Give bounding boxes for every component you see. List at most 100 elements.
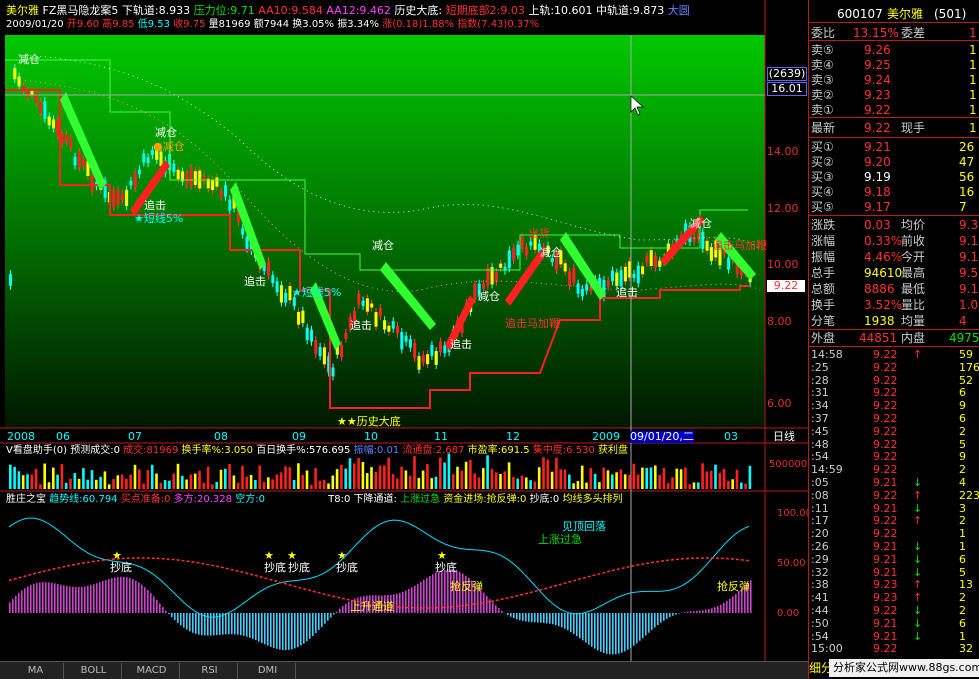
hand-value: 1 bbox=[969, 121, 977, 135]
indicator-bar bbox=[105, 580, 107, 613]
candle-body bbox=[172, 163, 176, 173]
tick-volume: 1 bbox=[959, 629, 966, 643]
tick-price: 9.22 bbox=[873, 412, 898, 425]
tick-volume: 2 bbox=[959, 463, 966, 477]
vol-forecast: 预测成交:0 bbox=[70, 445, 120, 456]
aa10: AA10:9.584 bbox=[258, 4, 323, 17]
candle-body bbox=[430, 344, 434, 356]
ind-header: 胜庄之宝 趋势线:60.794 买点准备:0 多方:20.328 空方:0 T8… bbox=[6, 494, 622, 506]
tab-rsi[interactable]: RSI bbox=[182, 663, 238, 679]
volume-bar bbox=[679, 469, 683, 489]
indicator-bar bbox=[279, 613, 281, 650]
indicator-bar bbox=[123, 576, 125, 613]
tick-volume: 3 bbox=[959, 501, 966, 515]
indicator-bar bbox=[33, 583, 35, 613]
volume-bar bbox=[228, 464, 231, 489]
indicator-bar bbox=[57, 584, 59, 613]
tick-volume: 13 bbox=[959, 578, 973, 592]
candle-body bbox=[636, 265, 640, 284]
last-row: 最新 9.22 现手 1 bbox=[809, 120, 979, 136]
ask-row: 卖④ 9.25 1 bbox=[809, 57, 979, 73]
volume-bar bbox=[439, 457, 442, 489]
volume-bar bbox=[555, 457, 558, 489]
outer-value: 44851 bbox=[859, 331, 898, 345]
label-rebound-2: 抢反弹 bbox=[717, 580, 750, 593]
candle-body bbox=[73, 156, 77, 166]
tick-row: :29 9.21 ↓ 6 bbox=[809, 553, 979, 566]
indicator-bar bbox=[444, 569, 446, 613]
tick-volume: 32 bbox=[959, 642, 973, 656]
vol-ratio: 振幅:0.01 bbox=[353, 445, 400, 456]
indicator-bar bbox=[651, 613, 653, 631]
volume-bar bbox=[469, 460, 472, 489]
time-tick: 03 bbox=[724, 430, 738, 443]
indicator-tabs: MA BOLL MACD RSI DMI bbox=[0, 661, 808, 679]
volume-bar bbox=[30, 474, 34, 489]
ind-long: 多方:20.328 bbox=[173, 494, 233, 505]
divider bbox=[809, 22, 979, 23]
bar-amp: 振3.34% bbox=[337, 19, 380, 30]
indicator-bar bbox=[39, 582, 41, 613]
period-label[interactable]: 日线 bbox=[773, 431, 795, 443]
stat-value: 94610 bbox=[864, 266, 903, 280]
candle-body bbox=[318, 346, 322, 357]
volume-bar bbox=[189, 474, 193, 489]
candle-body bbox=[645, 255, 649, 263]
tick-volume: 5 bbox=[959, 437, 966, 451]
candle-body bbox=[408, 339, 412, 348]
tick-price: 9.21 bbox=[873, 501, 898, 515]
volume-bar bbox=[400, 466, 403, 489]
candle-body bbox=[297, 311, 301, 325]
indicator-bar bbox=[642, 613, 644, 639]
volume-bar bbox=[267, 477, 270, 489]
candle-body bbox=[486, 267, 490, 286]
candle-body bbox=[641, 266, 645, 275]
tab-ma[interactable]: MA bbox=[8, 663, 64, 679]
tab-macd[interactable]: MACD bbox=[124, 663, 180, 679]
volume-bar bbox=[740, 482, 743, 489]
indicator-bar bbox=[306, 613, 308, 642]
indicator-bar bbox=[564, 613, 566, 629]
stat-label: 涨跌 bbox=[811, 218, 836, 232]
ask-row: 卖③ 9.24 1 bbox=[809, 72, 979, 88]
indicator-bar bbox=[117, 577, 119, 613]
indicator-bar bbox=[732, 596, 734, 613]
label-short-line-1: ★短线5% bbox=[134, 212, 184, 225]
tick-row: :38 9.23 ↑ 13 bbox=[809, 578, 979, 591]
time-tick: 2009 bbox=[592, 430, 620, 443]
indicator-bar bbox=[159, 603, 161, 613]
candle-body bbox=[185, 173, 189, 185]
indicator-bar bbox=[237, 613, 239, 635]
indicator-bar bbox=[318, 613, 320, 631]
tab-boll[interactable]: BOLL bbox=[66, 663, 122, 679]
volume-bar bbox=[684, 467, 687, 489]
bid-label: 买② bbox=[811, 155, 834, 169]
indicator-bar bbox=[138, 582, 140, 613]
indicator-bar bbox=[711, 608, 713, 613]
indicator-bar bbox=[675, 613, 677, 615]
stat-label: 均价 bbox=[901, 218, 926, 232]
volume-bar bbox=[305, 470, 309, 489]
indicator-bar bbox=[672, 613, 674, 616]
indicator-name: FZ黑马隐龙案5 bbox=[42, 4, 119, 17]
stat-label: 振幅 bbox=[811, 250, 836, 264]
bid-volume: 56 bbox=[959, 170, 975, 184]
indicator-bar bbox=[96, 583, 98, 613]
candle-body bbox=[529, 241, 533, 246]
volume-bar bbox=[215, 481, 218, 489]
tab-dmi[interactable]: DMI bbox=[240, 663, 296, 679]
indicator-bar bbox=[579, 613, 581, 639]
tick-price: 9.21 bbox=[873, 540, 898, 553]
candle-body bbox=[727, 257, 731, 270]
candle-body bbox=[606, 280, 610, 287]
volume-bar bbox=[60, 464, 64, 489]
volume-bar bbox=[138, 469, 141, 489]
tick-row: 14:59 9.22 2 bbox=[809, 463, 979, 476]
ask-row: 卖② 9.23 1 bbox=[809, 87, 979, 103]
tick-direction-icon: ↓ bbox=[913, 552, 923, 566]
volume-bar bbox=[636, 474, 640, 489]
price-tag-current: 9.22 bbox=[767, 280, 805, 292]
label-cycle-hint-2: 追击马加鞭 bbox=[712, 239, 767, 252]
indicator-bar bbox=[69, 586, 71, 613]
volume-bar bbox=[211, 484, 214, 489]
